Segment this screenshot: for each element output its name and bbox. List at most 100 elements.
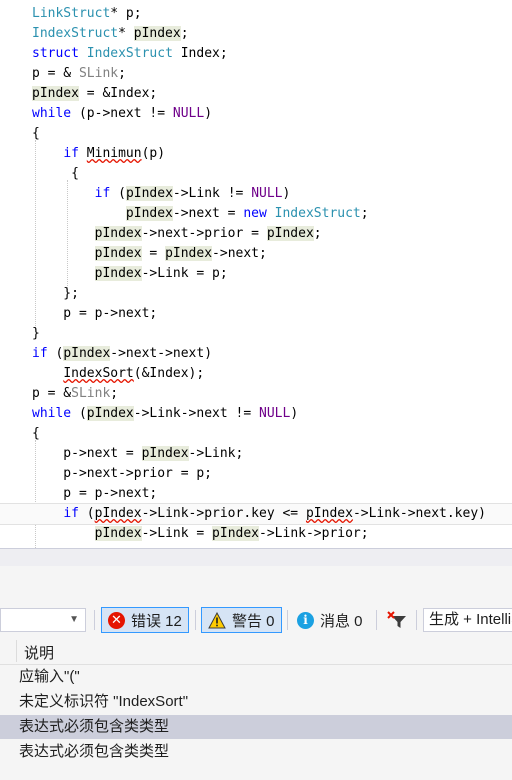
code-line[interactable]: pIndex->Link = p; (0, 264, 512, 284)
error-list-titlebar (0, 566, 512, 602)
editor-scrollbar[interactable] (0, 548, 512, 567)
code-token: pIndex (125, 186, 173, 201)
code-token: p = & (32, 386, 72, 401)
code-token: p = p->next; (32, 486, 158, 501)
code-line[interactable]: p->next = pIndex->Link; (0, 444, 512, 464)
error-row[interactable]: 表达式必须包含类类型 (0, 740, 512, 764)
code-token: = (141, 246, 166, 261)
warnings-filter-button[interactable]: 警告 0 (201, 607, 282, 633)
code-token: pIndex (94, 246, 142, 261)
code-token: pIndex (32, 86, 79, 101)
code-token: pIndex (63, 346, 111, 361)
build-intellisense-dropdown[interactable]: 生成 + IntelliSense (423, 608, 512, 632)
code-line[interactable]: } (0, 324, 512, 344)
code-token: (p) (141, 146, 166, 161)
description-column-header[interactable]: 说明 (24, 642, 54, 663)
code-line[interactable]: IndexSort(&Index); (0, 364, 512, 384)
scope-dropdown[interactable]: ▼ (0, 608, 86, 632)
code-token: ( (47, 346, 64, 361)
error-description: 应输入"(" (19, 668, 80, 685)
code-token: ->next; (212, 246, 267, 261)
code-token: if (94, 186, 111, 201)
clear-filter-button[interactable] (384, 608, 410, 632)
code-line[interactable]: while (pIndex->Link->next != NULL) (0, 404, 512, 424)
code-line[interactable]: if (pIndex->Link != NULL) (0, 184, 512, 204)
code-token: ( (110, 186, 126, 201)
code-line[interactable]: pIndex->Link = pIndex->Link->prior; (0, 524, 512, 544)
code-line[interactable]: struct IndexStruct Index; (0, 44, 512, 64)
code-line[interactable]: { (0, 124, 512, 144)
code-token: NULL (251, 186, 283, 201)
code-token: = &Index; (78, 86, 158, 101)
code-token: Index; (172, 46, 228, 61)
code-token: ; (180, 26, 189, 41)
messages-filter-button[interactable]: i 消息 0 (291, 607, 369, 633)
code-token: ; (110, 386, 119, 401)
toolbar-separator (94, 610, 95, 630)
code-line[interactable]: if Minimun(p) (0, 144, 512, 164)
warnings-filter-label: 警告 0 (232, 612, 275, 630)
code-line[interactable]: IndexStruct* pIndex; (0, 24, 512, 44)
filter-clear-icon (387, 611, 406, 628)
code-line[interactable]: p = &SLink; (0, 384, 512, 404)
code-line[interactable]: pIndex = &Index; (0, 84, 512, 104)
code-line[interactable]: }; (0, 284, 512, 304)
toolbar-separator (195, 610, 196, 630)
error-row-selected[interactable]: 表达式必须包含类类型 (0, 715, 512, 739)
code-token: IndexStruct (274, 206, 361, 221)
toolbar-separator (376, 610, 377, 630)
code-line[interactable]: pIndex = pIndex->next; (0, 244, 512, 264)
code-token: ->Link->next.key) (352, 506, 486, 521)
code-line[interactable]: { (0, 424, 512, 444)
code-token: ) (204, 106, 213, 121)
code-token: pIndex (212, 526, 260, 541)
code-token: }; (32, 286, 79, 301)
code-line[interactable]: p = p->next; (0, 484, 512, 504)
error-icon: ✕ (108, 611, 125, 629)
column-divider[interactable] (16, 640, 17, 662)
code-token: pIndex (86, 406, 134, 421)
errors-filter-button[interactable]: ✕ 错误 12 (101, 607, 189, 633)
code-token: pIndex (133, 26, 181, 41)
error-row[interactable]: 未定义标识符 "IndexSort" (0, 690, 512, 714)
code-token: SLink (71, 386, 111, 401)
code-line[interactable]: p->next->prior = p; (0, 464, 512, 484)
chevron-down-icon: ▼ (69, 614, 79, 625)
code-token: p = & (32, 66, 79, 81)
code-token: while (32, 106, 72, 121)
error-row[interactable]: 应输入"(" (0, 665, 512, 689)
code-line[interactable]: if (pIndex->Link->prior.key <= pIndex->L… (0, 503, 512, 525)
code-token: { (32, 426, 40, 441)
code-line[interactable]: { (0, 164, 512, 184)
code-token: (p->next != (71, 106, 173, 121)
code-token: ( (78, 506, 95, 521)
code-token: ->next->prior = (141, 226, 267, 241)
code-line[interactable]: pIndex->next = new IndexStruct; (0, 204, 512, 224)
code-token: ; (313, 226, 322, 241)
code-line[interactable]: p = p->next; (0, 304, 512, 324)
code-token: pIndex (125, 206, 173, 221)
code-token: ->Link; (188, 446, 244, 461)
code-line[interactable]: pIndex->next->prior = pIndex; (0, 224, 512, 244)
error-description: 表达式必须包含类类型 (19, 718, 170, 735)
code-line[interactable]: while (p->next != NULL) (0, 104, 512, 124)
code-token: IndexStruct (32, 26, 119, 41)
code-editor[interactable]: LinkStruct* p; IndexStruct* pIndex; struct… (0, 0, 512, 548)
code-line[interactable]: p = & SLink; (0, 64, 512, 84)
code-token: Minimun (86, 146, 142, 161)
code-token: } (32, 326, 40, 341)
toolbar-separator (287, 610, 288, 630)
code-line[interactable]: if (pIndex->next->next) (0, 344, 512, 364)
error-list: 说明 应输入"(" 未定义标识符 "IndexSort" 表达式必须包含类类型 … (0, 638, 512, 780)
code-token: pIndex (94, 526, 142, 541)
code-line[interactable]: LinkStruct* p; (0, 4, 512, 24)
